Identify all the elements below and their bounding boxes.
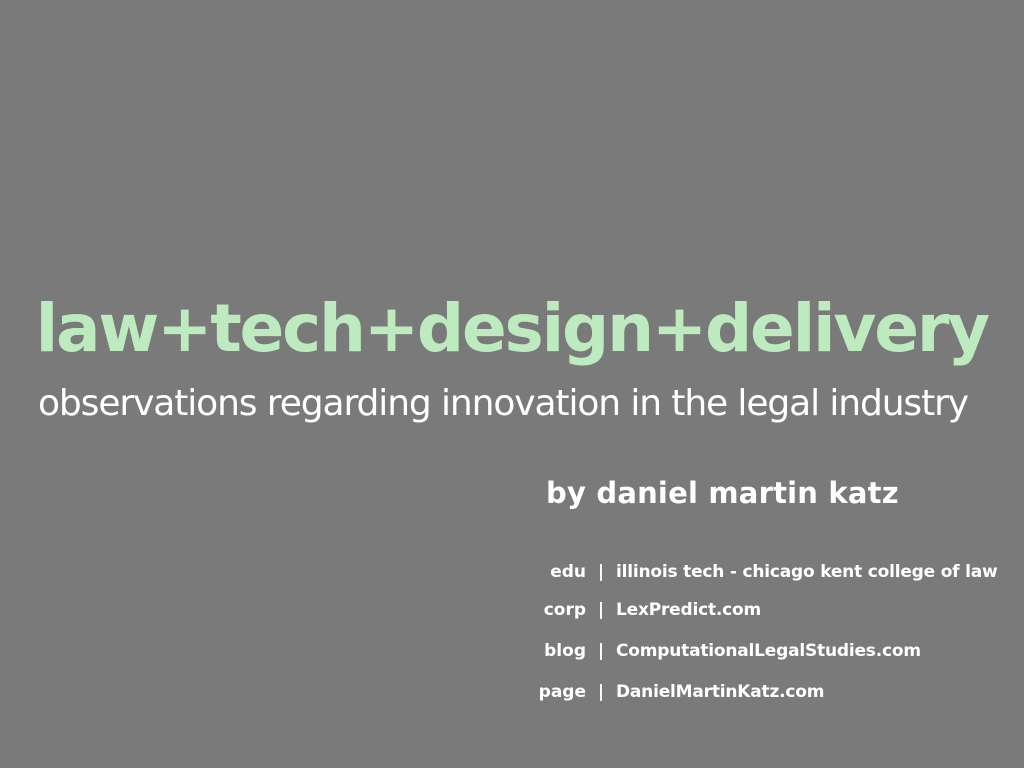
link-key: corp [543,600,586,620]
link-value: DanielMartinKatz.com [616,682,825,702]
link-value: LexPredict.com [616,600,762,620]
link-row-page: page | DanielMartinKatz.com [520,680,825,704]
author-byline: by daniel martin katz [546,476,899,510]
link-separator: | [597,562,605,582]
link-row-edu: edu | illinois tech - chicago kent colle… [520,560,998,584]
slide-subtitle: observations regarding innovation in the… [38,383,969,424]
title-slide: law+tech+design+delivery observations re… [0,0,1024,768]
link-key: edu [550,562,586,582]
link-value: illinois tech - chicago kent college of … [616,562,998,582]
link-separator: | [597,641,605,661]
link-separator: | [597,600,605,620]
link-key: blog [544,641,586,661]
link-separator: | [597,682,605,702]
slide-title: law+tech+design+delivery [35,290,991,367]
link-row-blog: blog | ComputationalLegalStudies.com [520,639,921,663]
link-row-corp: corp | LexPredict.com [520,598,762,622]
link-key: page [538,682,586,702]
link-value: ComputationalLegalStudies.com [616,641,921,661]
